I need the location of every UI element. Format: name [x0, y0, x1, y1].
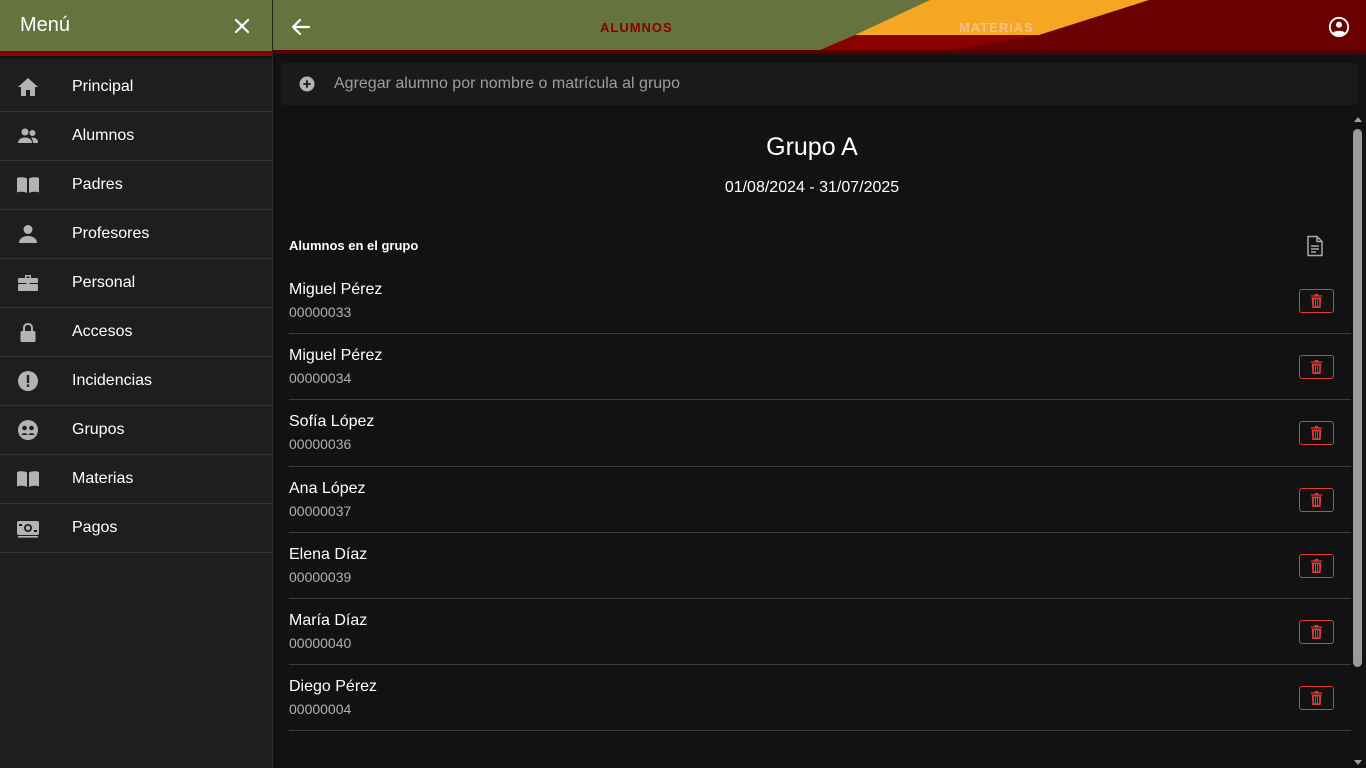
- trash-icon: [1310, 624, 1323, 639]
- sidebar-item-padres[interactable]: Padres: [0, 161, 272, 210]
- document-icon[interactable]: [1305, 235, 1325, 257]
- sidebar-item-label: Personal: [72, 274, 136, 291]
- trash-icon: [1310, 294, 1323, 308]
- student-id: 00000033: [289, 304, 352, 320]
- student-id: 00000004: [289, 701, 352, 718]
- arrow-left-icon: [291, 18, 311, 36]
- add-circle-icon: [299, 76, 315, 92]
- delete-student-button[interactable]: [1299, 619, 1334, 644]
- trash-icon: [1310, 426, 1323, 441]
- account-button[interactable]: [1328, 16, 1350, 38]
- student-name: Miguel Pérez: [289, 281, 383, 298]
- scroll-down-arrow-icon[interactable]: [1354, 760, 1362, 765]
- group-title: Grupo A: [766, 133, 858, 161]
- close-menu-button[interactable]: [232, 16, 252, 36]
- sidebar-item-pagos[interactable]: Pagos: [0, 504, 272, 553]
- lock-icon: [0, 308, 56, 357]
- students-list-header: Alumnos en el grupo: [289, 238, 419, 253]
- student-name: Sofía López: [289, 413, 375, 431]
- sidebar-item-personal[interactable]: Personal: [0, 259, 272, 308]
- sidebar-item-profesores[interactable]: Profesores: [0, 210, 272, 259]
- student-id: 00000039: [289, 568, 352, 585]
- student-id: 00000037: [289, 502, 352, 519]
- group-dates: 01/08/2024 - 31/07/2025: [724, 179, 900, 196]
- people-icon: [0, 112, 56, 161]
- delete-student-button[interactable]: [1299, 686, 1334, 711]
- add-student-input[interactable]: [334, 75, 1234, 93]
- table-row: Miguel Pérez 00000033: [289, 268, 1351, 335]
- student-name: Elena Díaz: [289, 545, 368, 563]
- add-student-search: [281, 63, 1358, 105]
- delete-student-button[interactable]: [1299, 355, 1334, 380]
- table-row: Ana López 00000037: [289, 467, 1351, 533]
- table-row: María Díaz 00000040: [289, 599, 1351, 666]
- table-row: Diego Pérez 00000004: [289, 665, 1351, 732]
- menu-list: Principal Alumnos Padres Profesores Pers…: [0, 63, 272, 553]
- sidebar-item-incidencias[interactable]: Incidencias: [0, 357, 272, 406]
- trash-icon: [1310, 360, 1323, 375]
- sidebar-item-label: Accesos: [72, 323, 133, 340]
- student-id: 00000040: [289, 634, 352, 651]
- delete-student-button[interactable]: [1299, 553, 1334, 578]
- scroll-up-arrow-icon[interactable]: [1354, 117, 1362, 122]
- sidebar-item-label: Materias: [72, 470, 134, 487]
- sidebar-item-label: Profesores: [72, 225, 150, 242]
- book-icon: [0, 161, 56, 210]
- topbar-decoration: [273, 0, 1149, 50]
- trash-icon: [1310, 558, 1323, 573]
- table-row: Sofía López 00000036: [289, 400, 1351, 467]
- student-id: 00000036: [289, 436, 352, 453]
- alert-icon: [0, 357, 56, 406]
- topbar-divider: [273, 50, 1366, 54]
- sidebar-item-accesos[interactable]: Accesos: [0, 308, 272, 357]
- person-icon: [0, 210, 56, 259]
- student-id: 00000034: [289, 370, 352, 387]
- student-list: Miguel Pérez 00000033 Miguel Pérez 00000…: [289, 268, 1351, 732]
- sidebar-header: Menú: [0, 0, 272, 56]
- delete-student-button[interactable]: [1299, 289, 1334, 313]
- back-button[interactable]: [289, 15, 313, 39]
- content-scrollbar[interactable]: [1351, 113, 1366, 768]
- student-name: María Díaz: [289, 611, 368, 629]
- delete-student-button[interactable]: [1299, 487, 1334, 512]
- sidebar-item-grupos[interactable]: Grupos: [0, 406, 272, 455]
- tab-alumnos[interactable]: ALUMNOS: [600, 20, 673, 35]
- scrollbar-thumb[interactable]: [1353, 129, 1362, 667]
- student-name: Ana López: [289, 479, 366, 497]
- sidebar: Menú Principal Alumnos Padres Profesores…: [0, 0, 273, 768]
- sidebar-item-alumnos[interactable]: Alumnos: [0, 112, 272, 161]
- sidebar-item-materias[interactable]: Materias: [0, 455, 272, 504]
- top-bar: ALUMNOS MATERIAS: [273, 0, 1366, 50]
- trash-icon: [1310, 691, 1323, 706]
- student-name: Diego Pérez: [289, 678, 378, 696]
- trash-icon: [1310, 492, 1323, 507]
- sidebar-item-label: Incidencias: [72, 372, 153, 389]
- table-row: Miguel Pérez 00000034: [289, 334, 1351, 401]
- account-circle-icon: [1328, 16, 1350, 38]
- sidebar-item-label: Pagos: [72, 519, 118, 536]
- table-row: Elena Díaz 00000039: [289, 533, 1351, 599]
- close-icon: [234, 18, 250, 33]
- book-icon: [0, 455, 56, 504]
- group-icon: [0, 406, 56, 455]
- delete-student-button[interactable]: [1299, 421, 1334, 446]
- sidebar-item-label: Grupos: [72, 421, 125, 438]
- home-icon: [0, 63, 56, 112]
- group-content: Grupo A 01/08/2024 - 31/07/2025 Alumnos …: [273, 113, 1366, 768]
- student-name: Miguel Pérez: [289, 347, 383, 365]
- sidebar-item-label: Padres: [72, 176, 123, 193]
- sidebar-item-label: Alumnos: [72, 127, 135, 144]
- tab-materias[interactable]: MATERIAS: [959, 20, 1034, 35]
- sidebar-title: Menú: [20, 14, 71, 36]
- briefcase-icon: [0, 259, 56, 308]
- money-icon: [0, 504, 56, 553]
- sidebar-item-label: Principal: [72, 78, 134, 95]
- sidebar-item-principal[interactable]: Principal: [0, 63, 272, 112]
